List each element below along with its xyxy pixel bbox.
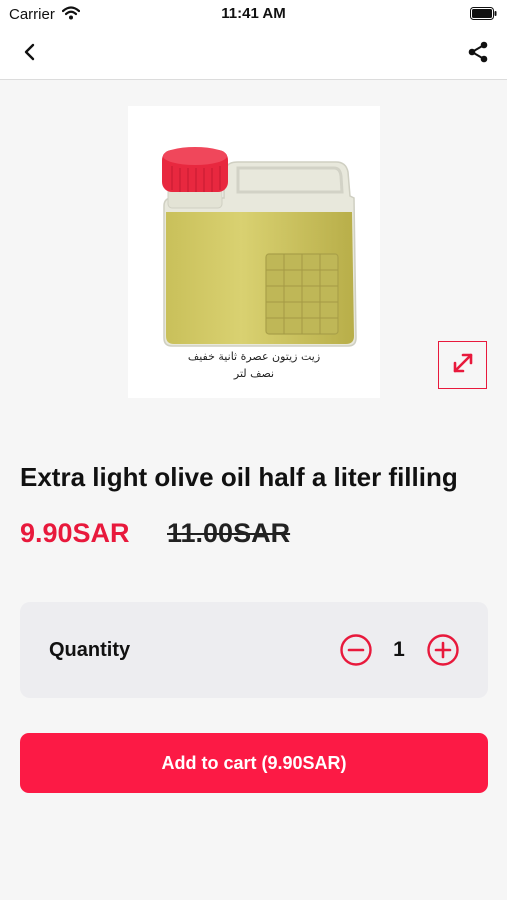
product-image[interactable]: زيت زيتون عصرة ثانية خفيف نصف لتر <box>128 106 380 398</box>
quantity-label: Quantity <box>49 639 131 661</box>
back-button[interactable] <box>12 38 46 70</box>
increase-quantity-button[interactable] <box>426 633 460 667</box>
decrease-quantity-button[interactable] <box>339 633 373 667</box>
share-button[interactable] <box>461 38 495 70</box>
plus-circle-icon <box>427 634 459 666</box>
clock: 11:41 AM <box>221 5 286 22</box>
chevron-left-icon <box>23 43 35 66</box>
quantity-value: 1 <box>393 638 405 661</box>
product-image-caption-2: نصف لتر <box>233 367 275 380</box>
expand-image-button[interactable] <box>438 341 487 389</box>
add-to-cart-button[interactable]: Add to cart (9.90SAR) <box>20 733 488 793</box>
quantity-card: Quantity 1 <box>20 602 488 698</box>
share-icon <box>466 40 490 69</box>
navigation-bar <box>0 28 507 80</box>
add-to-cart-label: Add to cart (9.90SAR) <box>161 752 347 773</box>
minus-circle-icon <box>340 634 372 666</box>
product-title: Extra light olive oil half a liter filli… <box>20 462 458 492</box>
battery-icon <box>470 7 497 25</box>
status-bar: Carrier 11:41 AM <box>0 0 507 28</box>
original-price: 11.00SAR <box>167 518 291 548</box>
product-image-caption: زيت زيتون عصرة ثانية خفيف <box>187 350 321 363</box>
expand-arrows-icon <box>450 350 476 381</box>
current-price: 9.90SAR <box>20 518 130 548</box>
